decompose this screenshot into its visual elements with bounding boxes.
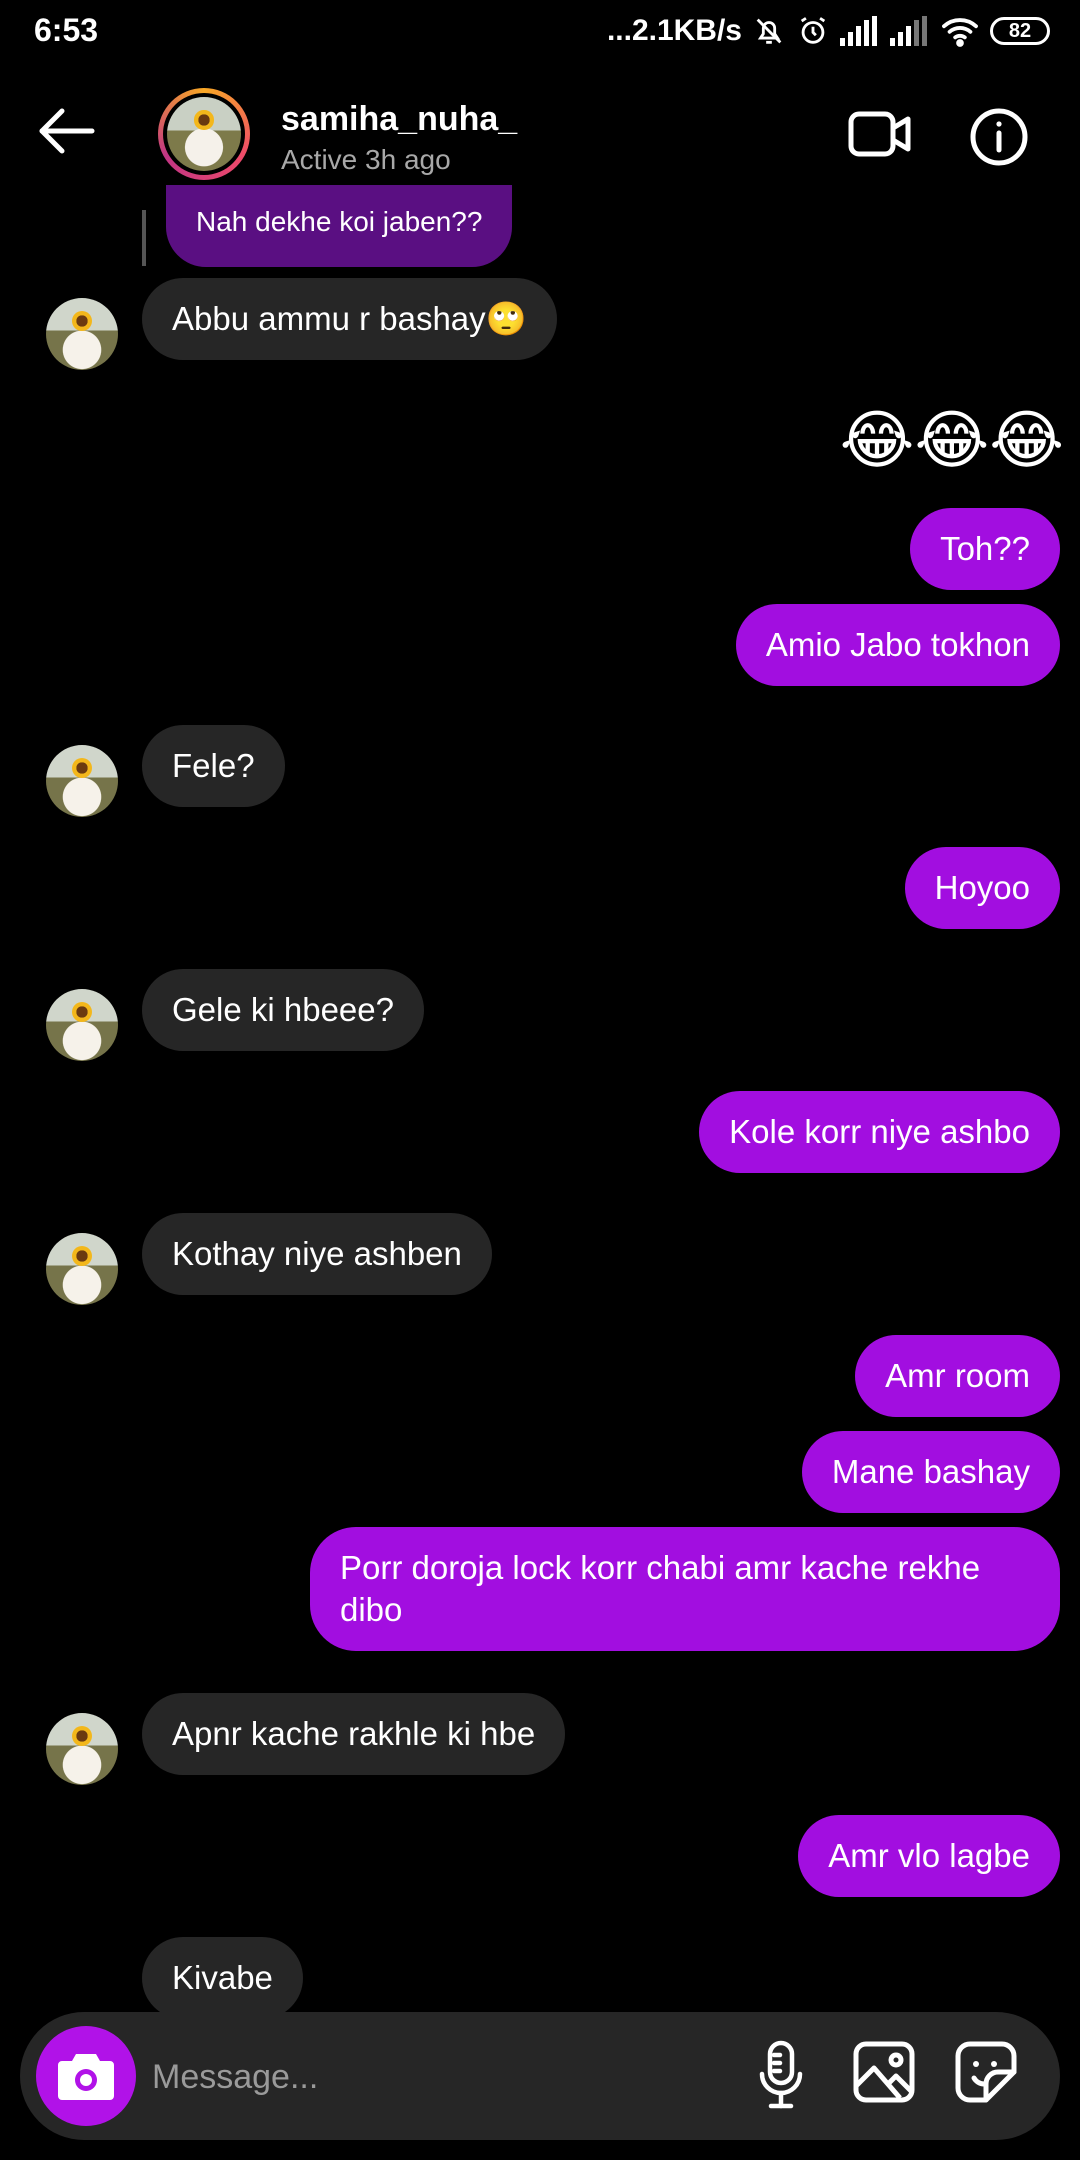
info-button[interactable] [970, 108, 1028, 171]
emoji-message-text: 😂😂😂 [839, 404, 1064, 476]
message-bubble-outgoing[interactable]: Toh?? [910, 508, 1060, 590]
message-bubble-incoming[interactable]: Kivabe [142, 1937, 303, 2019]
sender-avatar[interactable] [46, 745, 118, 817]
network-speed: ...2.1KB/s [606, 14, 742, 47]
camera-icon [58, 2054, 114, 2100]
signal-icon [890, 16, 927, 46]
battery-icon: 82 [990, 17, 1050, 45]
back-button[interactable] [36, 106, 96, 161]
reply-indicator-line [142, 210, 146, 266]
microphone-icon [759, 2040, 803, 2109]
video-call-button[interactable] [848, 108, 912, 165]
message-bubble-outgoing[interactable]: Mane bashay [801, 1431, 1060, 1513]
alarm-icon [800, 17, 826, 44]
camera-button[interactable] [36, 2026, 136, 2126]
message-bubble-incoming[interactable]: Kothay niye ashben [142, 1213, 492, 1295]
signal-icon [840, 16, 877, 46]
message-bubble-outgoing[interactable]: Kole korr niye ashbo [699, 1091, 1060, 1173]
profile-avatar[interactable] [158, 88, 250, 180]
message-bubble-outgoing[interactable]: Amr vlo lagbe [798, 1815, 1060, 1897]
sender-avatar[interactable] [46, 1233, 118, 1305]
status-time: 6:53 [34, 12, 99, 48]
active-status: Active 3h ago [281, 144, 451, 175]
gallery-button[interactable] [852, 2040, 916, 2109]
sticker-button[interactable] [954, 2040, 1018, 2109]
message-bubble-incoming[interactable]: Gele ki hbeee? [142, 969, 424, 1051]
chat-username[interactable]: samiha_nuha_ [281, 100, 517, 139]
message-bubble-outgoing[interactable]: Amio Jabo tokhon [735, 604, 1060, 686]
status-icons: ...2.1KB/s 82 [607, 10, 1050, 52]
video-call-icon [848, 111, 911, 157]
info-icon [970, 108, 1028, 166]
reply-preview-bubble[interactable]: Nah dekhe koi jaben?? [166, 185, 513, 267]
battery-level: 82 [1008, 19, 1032, 42]
message-composer [20, 2012, 1060, 2140]
chat-header: samiha_nuha_ Active 3h ago [0, 64, 1080, 209]
sender-avatar[interactable] [46, 989, 118, 1061]
message-bubble-incoming[interactable]: Fele? [142, 725, 285, 807]
message-input[interactable] [150, 2046, 714, 2108]
sender-avatar[interactable] [46, 298, 118, 370]
message-emoji-outgoing[interactable]: 😂😂😂 [840, 402, 1064, 478]
message-bubble-outgoing[interactable]: Amr room [855, 1335, 1060, 1417]
wifi-icon [942, 18, 978, 47]
voice-message-button[interactable] [756, 2040, 806, 2115]
status-bar: 6:53 ...2.1KB/s 82 [0, 0, 1080, 64]
mute-icon [756, 18, 782, 44]
message-bubble-outgoing[interactable]: Porr doroja lock korr chabi amr kache re… [310, 1527, 1060, 1651]
sticker-icon [955, 2041, 1017, 2103]
message-bubble-incoming[interactable]: Abbu ammu r bashay🙄 [142, 278, 557, 360]
avatar-image [167, 97, 241, 171]
message-bubble-incoming[interactable]: Apnr kache rakhle ki hbe [142, 1693, 566, 1775]
message-bubble-outgoing[interactable]: Hoyoo [904, 847, 1060, 929]
sender-avatar[interactable] [46, 1713, 118, 1785]
gallery-icon [853, 2041, 915, 2103]
back-arrow-icon [39, 108, 95, 154]
